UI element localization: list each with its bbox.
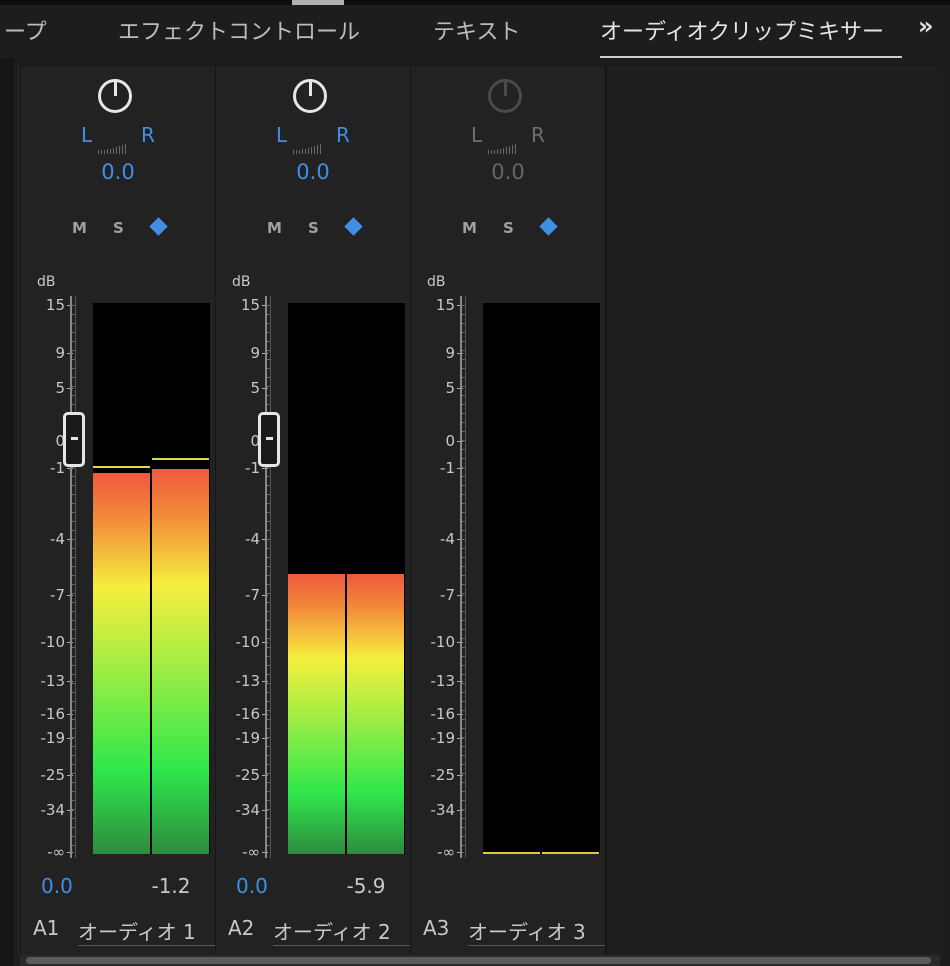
channel-id: A2 xyxy=(228,916,255,940)
scale-tick-label: -1 xyxy=(440,459,455,477)
tab-overflow-button[interactable]: » xyxy=(918,12,934,40)
mixer-empty-area xyxy=(605,66,938,956)
pan-right-label: R xyxy=(336,123,350,147)
meter-floor-left xyxy=(483,852,540,854)
scale-tick-label: 9 xyxy=(445,344,455,362)
fader-rail-edge xyxy=(465,296,466,858)
meter-bar-right xyxy=(347,574,404,854)
keyframe-diamond-icon[interactable] xyxy=(539,217,558,236)
fader-rail[interactable] xyxy=(70,296,72,858)
scale-tick-label: 5 xyxy=(445,379,455,397)
tab-tape[interactable]: ープ xyxy=(4,14,47,46)
scale-tick-label: -16 xyxy=(235,705,261,723)
scale-tick-label: -25 xyxy=(40,766,66,784)
scale-tick-label: 9 xyxy=(250,344,260,362)
meter-bar-left xyxy=(288,574,345,854)
scale-tick-label: 15 xyxy=(240,296,260,314)
scale-tick-label: -4 xyxy=(440,530,455,548)
channel-strip-a3: L R 0.0 M S dB 15 9 5 0 -1 -4 -7 -10 -13 -16 -19 -2… xyxy=(411,66,607,956)
peak-hold-left xyxy=(93,465,150,468)
meter-bar-right xyxy=(152,468,209,854)
volume-value[interactable]: 0.0 xyxy=(41,874,73,898)
pan-knob[interactable] xyxy=(98,79,132,113)
channel-id: A3 xyxy=(423,916,450,940)
scale-tick-label: -7 xyxy=(50,586,65,604)
tab-audio-clip-mixer[interactable]: オーディオクリップミキサー xyxy=(600,14,902,58)
volume-value[interactable]: 0.0 xyxy=(236,874,268,898)
scale-tick-label: -7 xyxy=(245,586,260,604)
scale-tick-label: -4 xyxy=(245,530,260,548)
scale-tick-label: -25 xyxy=(235,766,261,784)
peak-hold-right xyxy=(152,457,209,460)
tab-effect-controls[interactable]: エフェクトコントロール xyxy=(118,14,360,46)
panel-left-edge xyxy=(0,58,14,966)
keyframe-diamond-icon[interactable] xyxy=(344,217,363,236)
keyframe-diamond-icon[interactable] xyxy=(149,217,168,236)
pan-knob[interactable] xyxy=(293,79,327,113)
scale-tick-label: -19 xyxy=(235,729,261,747)
fader-rail[interactable] xyxy=(265,296,267,858)
scale-tick-label: 0 xyxy=(445,432,455,450)
solo-button[interactable]: S xyxy=(308,219,319,237)
track-name: オーディオ 2 xyxy=(273,916,410,946)
scale-tick-label: -25 xyxy=(430,766,456,784)
scale-tick-label: -16 xyxy=(430,705,456,723)
scale-tick-label: -10 xyxy=(40,633,66,651)
scale-tick-label: -34 xyxy=(40,801,66,819)
meter-bar-left xyxy=(93,472,150,854)
scrollbar-thumb[interactable] xyxy=(26,957,931,964)
scale-tick-label: 9 xyxy=(55,344,65,362)
peak-readout: -1.2 xyxy=(151,874,191,898)
db-scale: 15 9 5 0 -1 -4 -7 -10 -13 -16 -19 -25 -34 -∞ xyxy=(411,66,481,866)
channel-strip-a1: L R 0.0 M S dB 15 9 5 0 -1 -4 -7 -10 -13 -16 -19 -2… xyxy=(21,66,217,956)
scale-tick-label: -34 xyxy=(235,801,261,819)
channel-strip-a2: L R 0.0 M S dB 15 9 5 0 -1 -4 -7 -10 -13 -16 -19 -2… xyxy=(216,66,412,956)
fader-rail xyxy=(460,296,462,858)
pan-ticks-icon xyxy=(98,130,134,154)
panel-tab-bar: ープ エフェクトコントロール テキスト オーディオクリップミキサー » xyxy=(0,0,950,58)
drag-handle[interactable] xyxy=(292,0,344,5)
level-meter xyxy=(288,303,405,854)
level-meter xyxy=(93,303,210,854)
pan-knob xyxy=(488,79,522,113)
channel-id: A1 xyxy=(33,916,60,940)
scale-tick-label: -10 xyxy=(430,633,456,651)
scale-tick-label: 5 xyxy=(55,379,65,397)
scale-tick-label: -13 xyxy=(235,672,261,690)
scale-tick-label: -19 xyxy=(430,729,456,747)
tab-bar-top-border xyxy=(0,0,950,5)
scale-tick-label: 15 xyxy=(435,296,455,314)
pan-ticks-icon xyxy=(293,130,329,154)
fader-rail-edge xyxy=(270,296,271,858)
level-meter xyxy=(483,303,600,854)
scale-tick-label: -7 xyxy=(440,586,455,604)
scale-tick-label: 15 xyxy=(45,296,65,314)
pan-right-label: R xyxy=(141,123,155,147)
peak-readout: -5.9 xyxy=(346,874,386,898)
scale-tick-label: -∞ xyxy=(47,843,65,861)
scale-tick-label: -13 xyxy=(40,672,66,690)
volume-fader-handle[interactable] xyxy=(258,412,280,467)
meter-floor-right xyxy=(542,852,599,854)
scale-tick-label: 5 xyxy=(250,379,260,397)
scale-tick-label: -16 xyxy=(40,705,66,723)
fader-rail-edge xyxy=(75,296,76,858)
scale-tick-label: -13 xyxy=(430,672,456,690)
solo-button[interactable]: S xyxy=(503,219,514,237)
scale-tick-label: -19 xyxy=(40,729,66,747)
track-name: オーディオ 1 xyxy=(78,916,215,946)
tab-text[interactable]: テキスト xyxy=(433,14,520,46)
pan-right-label: R xyxy=(531,123,545,147)
scale-tick-label: -10 xyxy=(235,633,261,651)
scale-tick-label: -4 xyxy=(50,530,65,548)
scale-tick-label: -∞ xyxy=(437,843,455,861)
scale-tick-label: -34 xyxy=(430,801,456,819)
solo-button[interactable]: S xyxy=(113,219,124,237)
volume-fader-handle[interactable] xyxy=(63,412,85,467)
track-name: オーディオ 3 xyxy=(468,916,605,946)
scale-tick-label: -∞ xyxy=(242,843,260,861)
horizontal-scrollbar[interactable] xyxy=(20,955,940,966)
pan-ticks-icon xyxy=(488,130,524,154)
